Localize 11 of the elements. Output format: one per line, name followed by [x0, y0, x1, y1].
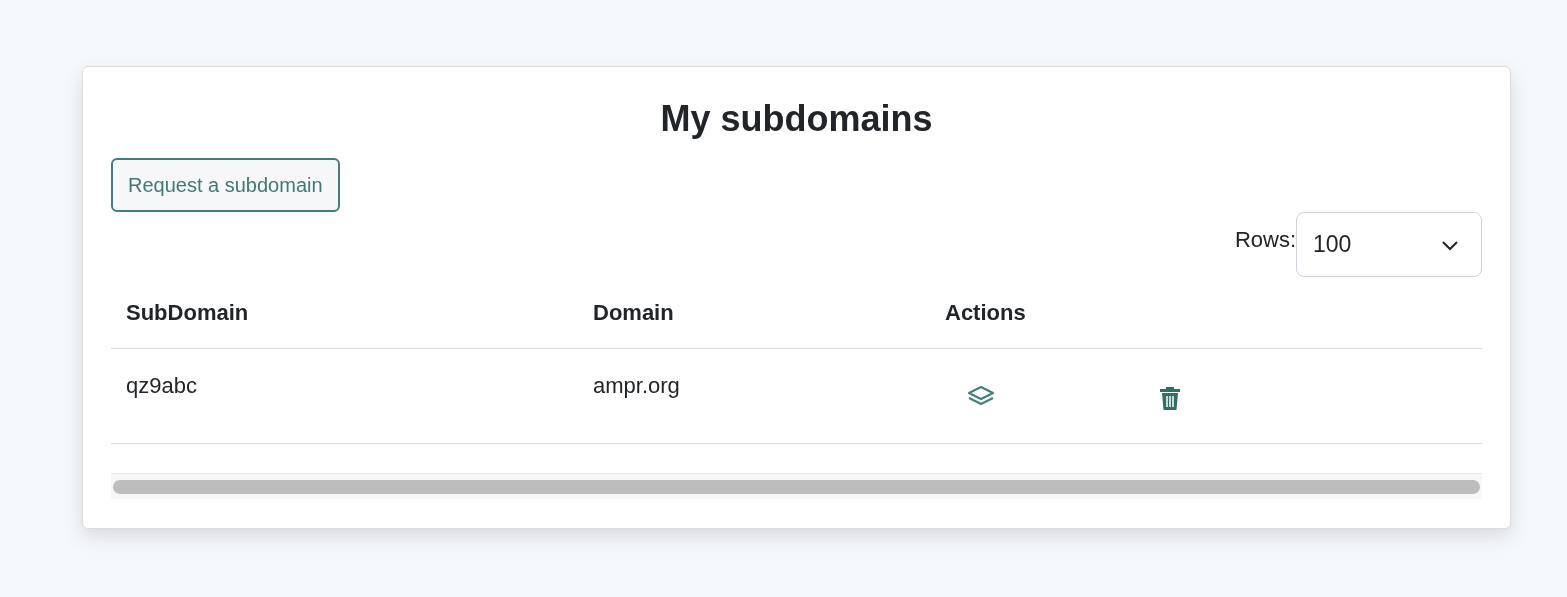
column-header: Domain — [593, 300, 674, 325]
table-cell: qz9abc — [126, 373, 197, 398]
page-title: My subdomains — [660, 97, 933, 141]
rows-label: Rows: — [1234, 226, 1296, 254]
table-cell: ampr.org — [593, 373, 680, 398]
column-header: SubDomain — [126, 300, 249, 325]
horizontal-scrollbar[interactable] — [111, 473, 1482, 499]
request-subdomain-button[interactable]: Request a subdomain — [111, 158, 340, 212]
column-header: Actions — [945, 300, 1026, 325]
rows-select[interactable]: 100 — [1296, 212, 1482, 277]
chevron-down-icon — [1441, 238, 1459, 251]
